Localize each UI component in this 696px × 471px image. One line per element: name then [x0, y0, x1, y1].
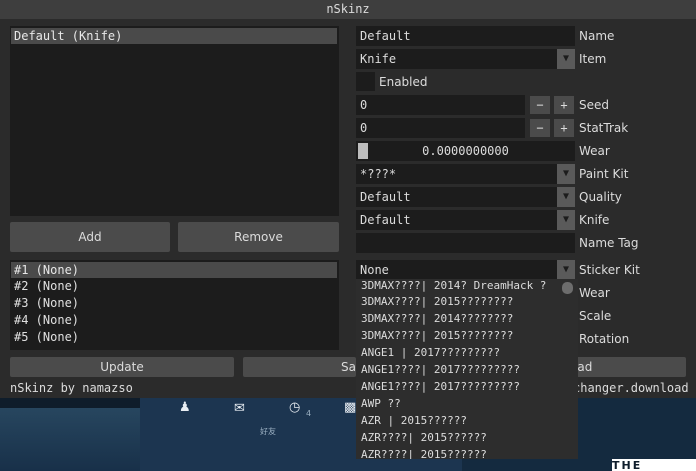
- seed-label: Seed: [579, 98, 609, 112]
- sticker-scale-label: Scale: [579, 309, 612, 323]
- list-item[interactable]: Default (Knife): [11, 28, 337, 44]
- dropdown-scrollbar-thumb[interactable]: [562, 282, 573, 294]
- banner-text: THE: [612, 459, 696, 471]
- wear-slider-handle[interactable]: [358, 143, 368, 159]
- dropdown-arrow-icon[interactable]: ▼: [557, 49, 575, 69]
- load-button[interactable]: oad: [562, 357, 686, 377]
- dropdown-option[interactable]: ANGE1 | 2017?????????: [361, 346, 500, 360]
- item-label: Item: [579, 52, 607, 66]
- save-button-label: Sa: [341, 360, 356, 374]
- friends-label: 好友: [260, 427, 276, 436]
- remove-button[interactable]: Remove: [178, 222, 339, 252]
- name-label: Name: [579, 29, 615, 43]
- quality-label: Quality: [579, 190, 622, 204]
- list-item[interactable]: #2 (None): [11, 278, 79, 295]
- dropdown-option[interactable]: AWP ??: [361, 397, 401, 411]
- list-item[interactable]: #1 (None): [11, 262, 337, 278]
- gift-icon[interactable]: ▩: [344, 400, 356, 415]
- history-badge: 4: [306, 409, 312, 418]
- knife-select[interactable]: Default: [356, 210, 557, 230]
- quality-select[interactable]: Default: [356, 187, 557, 207]
- dropdown-arrow-icon[interactable]: ▼: [557, 260, 575, 280]
- list-item[interactable]: #3 (None): [11, 295, 79, 312]
- wear-slider[interactable]: 0.0000000000: [356, 141, 575, 161]
- history-icon[interactable]: ◷: [289, 400, 300, 415]
- paint-kit-label: Paint Kit: [579, 167, 629, 181]
- wear-label: Wear: [579, 144, 610, 158]
- name-tag-input[interactable]: [356, 233, 575, 253]
- nskinz-window: nSkinz Default (Knife) Add Remove #1 (No…: [0, 0, 696, 398]
- enabled-label: Enabled: [379, 75, 428, 89]
- user-icon[interactable]: ♟: [179, 400, 191, 415]
- skins-list[interactable]: [10, 26, 339, 216]
- sticker-wear-label: Wear: [579, 286, 610, 300]
- dropdown-scrollbar[interactable]: [561, 279, 576, 459]
- dropdown-option[interactable]: 3DMAX????| 2015????????: [361, 329, 513, 343]
- sticker-kit-label: Sticker Kit: [579, 263, 640, 277]
- enabled-checkbox[interactable]: [356, 72, 375, 91]
- sticker-rotation-label: Rotation: [579, 332, 630, 346]
- sticker-kit-select[interactable]: None: [356, 260, 557, 280]
- dropdown-option[interactable]: AZR | 2015??????: [361, 414, 467, 428]
- list-item[interactable]: #5 (None): [11, 329, 79, 346]
- window-title[interactable]: nSkinz: [0, 0, 696, 19]
- mail-icon[interactable]: ✉: [234, 401, 245, 416]
- dropdown-option[interactable]: 3DMAX????| 2014? DreamHack ?: [361, 279, 546, 293]
- dropdown-option[interactable]: 3DMAX????| 2014????????: [361, 312, 513, 326]
- knife-label: Knife: [579, 213, 610, 227]
- dropdown-arrow-icon[interactable]: ▼: [557, 164, 575, 184]
- footer-link[interactable]: changer.download: [573, 381, 689, 395]
- add-button[interactable]: Add: [10, 222, 170, 252]
- dropdown-option[interactable]: ANGE1????| 2017?????????: [361, 363, 520, 377]
- dropdown-option[interactable]: 3DMAX????| 2015????????: [361, 295, 513, 309]
- update-button[interactable]: Update: [10, 357, 234, 377]
- stattrak-label: StatTrak: [579, 121, 629, 135]
- item-select[interactable]: Knife: [356, 49, 557, 69]
- stattrak-decrement-button[interactable]: −: [530, 119, 550, 137]
- dropdown-arrow-icon[interactable]: ▼: [557, 187, 575, 207]
- dropdown-option[interactable]: AZR????| 2015??????: [361, 431, 487, 445]
- stattrak-input[interactable]: 0: [356, 118, 525, 138]
- background-area: ♟ ✉ ◷ 4 ▩ 好友: [0, 398, 696, 471]
- background-stripe: [0, 408, 140, 471]
- save-button[interactable]: Sa: [243, 357, 356, 377]
- dropdown-option[interactable]: AZR????| 2015??????: [361, 448, 487, 459]
- paint-kit-select[interactable]: *???*: [356, 164, 557, 184]
- seed-increment-button[interactable]: +: [554, 96, 574, 114]
- name-tag-label: Name Tag: [579, 236, 639, 250]
- seed-input[interactable]: 0: [356, 95, 525, 115]
- dropdown-arrow-icon[interactable]: ▼: [557, 210, 575, 230]
- dropdown-option[interactable]: ANGE1????| 2017?????????: [361, 380, 520, 394]
- list-item[interactable]: #4 (None): [11, 312, 79, 329]
- sticker-kit-dropdown[interactable]: 3DMAX????| 2014? DreamHack ? 3DMAX????| …: [356, 279, 578, 459]
- name-input[interactable]: Default: [356, 26, 575, 46]
- seed-decrement-button[interactable]: −: [530, 96, 550, 114]
- stattrak-increment-button[interactable]: +: [554, 119, 574, 137]
- footer-credit: nSkinz by namazso: [10, 381, 133, 395]
